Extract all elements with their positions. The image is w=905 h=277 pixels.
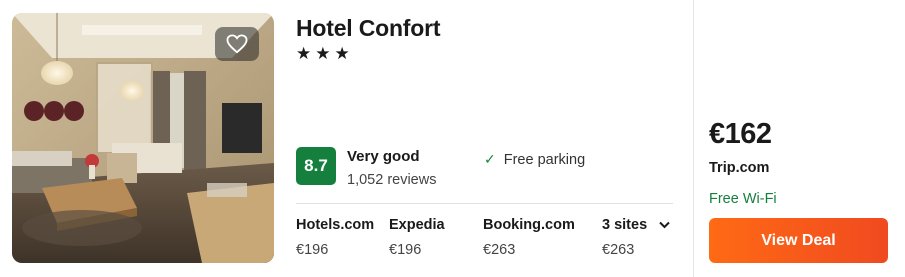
amenity-label: Free parking — [503, 151, 586, 168]
site-price: €263 — [483, 242, 516, 258]
site-option-hotels-com[interactable]: Hotels.com €196 — [296, 217, 374, 258]
deal-provider: Trip.com — [709, 160, 770, 176]
site-name: Hotels.com — [296, 217, 375, 233]
section-divider — [693, 0, 694, 277]
hotel-name[interactable]: Hotel Confort — [296, 15, 441, 42]
hotel-result-card[interactable]: Hotel Confort ★★★ 8.7 Very good 1,052 re… — [0, 0, 905, 277]
site-option-booking-com[interactable]: Booking.com €263 — [483, 217, 575, 258]
more-sites-dropdown[interactable]: 3 sites €263 — [602, 217, 670, 258]
amenity-free-parking: ✓ Free parking — [484, 151, 585, 168]
view-deal-button[interactable]: View Deal — [709, 218, 888, 263]
check-icon: ✓ — [484, 151, 496, 167]
favorite-button[interactable] — [215, 27, 259, 61]
more-sites-toggle[interactable]: 3 sites — [602, 217, 670, 233]
rating-score-badge: 8.7 — [296, 147, 336, 185]
hotel-photo[interactable] — [12, 13, 274, 263]
divider — [296, 203, 673, 204]
deal-perk: Free Wi-Fi — [709, 191, 777, 207]
site-name: Booking.com — [483, 217, 575, 233]
star-rating: ★★★ — [296, 44, 354, 63]
site-option-expedia[interactable]: Expedia €196 — [389, 217, 445, 258]
site-name: Expedia — [389, 217, 445, 233]
review-count[interactable]: 1,052 reviews — [347, 172, 436, 188]
site-price: €263 — [602, 242, 635, 258]
heart-icon — [226, 34, 248, 54]
best-price: €162 — [709, 118, 772, 150]
site-price: €196 — [296, 242, 329, 258]
chevron-down-icon — [659, 220, 670, 232]
more-sites-label: 3 sites — [602, 217, 648, 233]
site-price: €196 — [389, 242, 422, 258]
rating-label: Very good — [347, 148, 420, 165]
